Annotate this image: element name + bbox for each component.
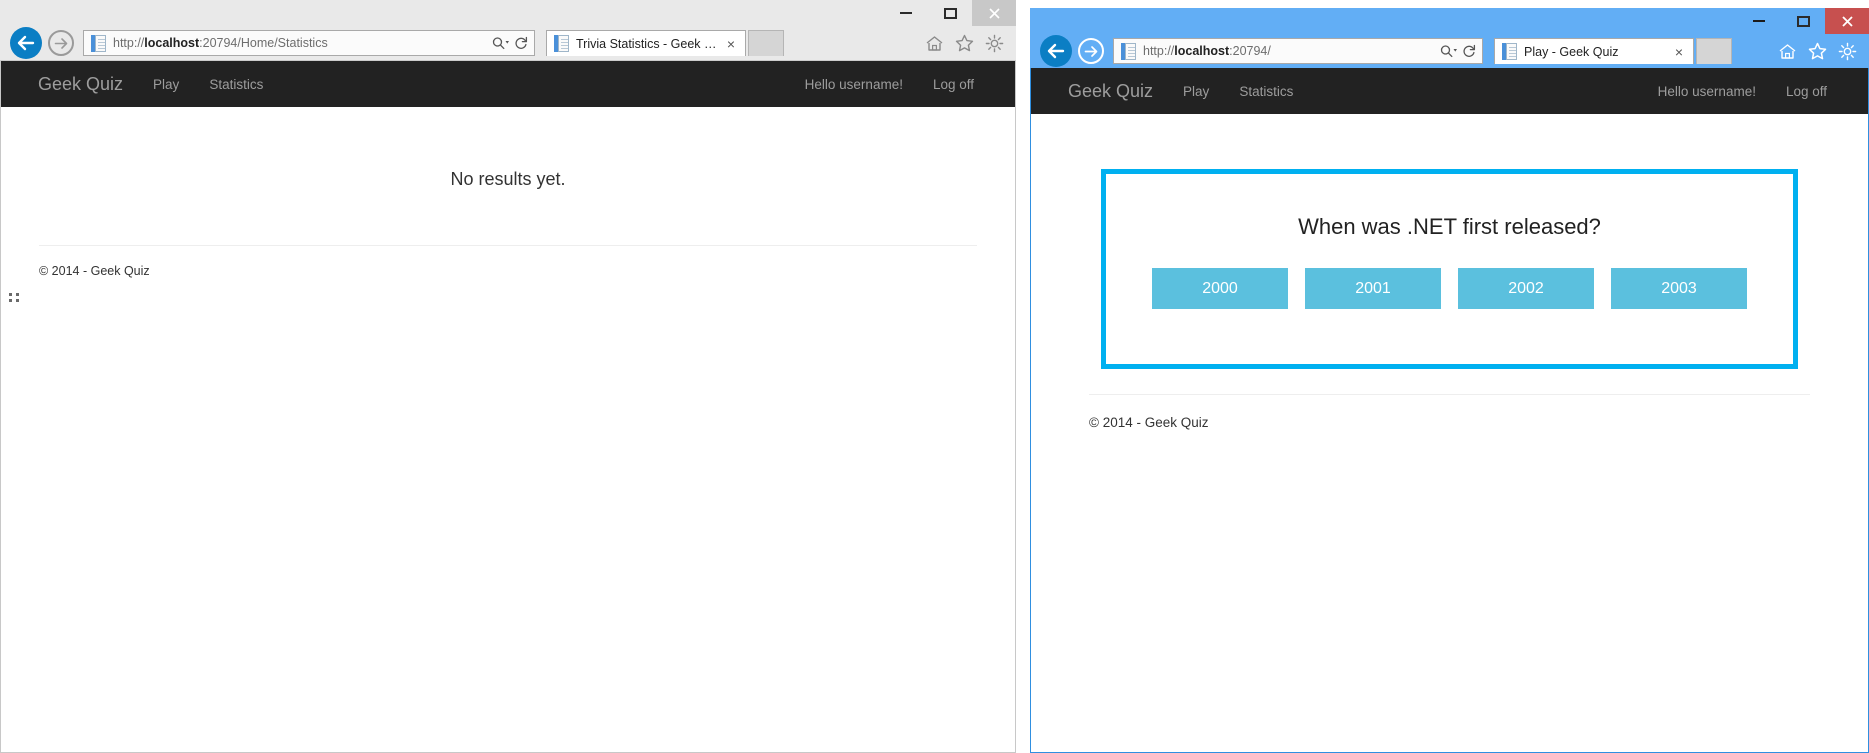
tab-title-right: Play - Geek Quiz xyxy=(1524,44,1619,59)
gear-icon[interactable] xyxy=(985,34,1004,53)
browser-tab-right[interactable]: Play - Geek Quiz × xyxy=(1494,38,1694,64)
new-tab-button-right[interactable] xyxy=(1696,38,1732,64)
navigation-bar-left: http://localhost:20794/Home/Statistics T… xyxy=(0,26,1016,60)
logoff-link-right[interactable]: Log off xyxy=(1771,84,1842,99)
page-icon xyxy=(1121,42,1136,60)
forward-arrow-icon xyxy=(54,37,68,49)
home-icon[interactable] xyxy=(1778,43,1797,60)
quiz-answers: 2000 2001 2002 2003 xyxy=(1106,268,1793,309)
back-arrow-icon xyxy=(17,35,35,51)
quiz-section: When was .NET first released? 2000 2001 … xyxy=(1031,114,1868,369)
close-button-left[interactable] xyxy=(972,0,1016,26)
page-viewport-left: Geek Quiz Play Statistics Hello username… xyxy=(0,60,1016,753)
tab-close-icon-right[interactable]: × xyxy=(1669,44,1689,60)
close-icon xyxy=(988,7,1000,19)
address-bar-tools-left xyxy=(492,36,530,50)
site-brand-left[interactable]: Geek Quiz xyxy=(23,74,138,95)
answer-button-2001[interactable]: 2001 xyxy=(1305,268,1441,309)
page-viewport-right: Geek Quiz Play Statistics Hello username… xyxy=(1030,68,1869,753)
nav-item-statistics-left[interactable]: Statistics xyxy=(194,77,278,92)
page-icon xyxy=(91,34,106,52)
forward-button-left[interactable] xyxy=(48,30,74,56)
search-icon[interactable] xyxy=(1440,44,1458,58)
forward-arrow-icon xyxy=(1084,45,1098,57)
navigation-bar-right: http://localhost:20794/ Play - Geek Quiz… xyxy=(1030,34,1869,68)
search-icon[interactable] xyxy=(492,36,510,50)
tab-page-icon xyxy=(1502,43,1517,60)
footer-divider-right xyxy=(1089,394,1810,395)
address-bar-right[interactable]: http://localhost:20794/ xyxy=(1113,38,1483,64)
greeting-link-left[interactable]: Hello username! xyxy=(790,77,918,92)
browser-toolbar-icons-right xyxy=(1778,42,1869,61)
home-icon[interactable] xyxy=(925,35,944,52)
screen: http://localhost:20794/Home/Statistics T… xyxy=(0,0,1869,753)
star-icon[interactable] xyxy=(955,34,974,52)
nav-item-play-left[interactable]: Play xyxy=(138,77,194,92)
site-navbar-right: Geek Quiz Play Statistics Hello username… xyxy=(1031,68,1868,114)
titlebar-left[interactable] xyxy=(0,0,1016,26)
url-text-left: http://localhost:20794/Home/Statistics xyxy=(113,36,328,50)
gear-icon[interactable] xyxy=(1838,42,1857,61)
footer-text-left: © 2014 - Geek Quiz xyxy=(39,264,150,278)
new-tab-button-left[interactable] xyxy=(748,30,784,56)
no-results-message: No results yet. xyxy=(450,169,566,189)
tab-close-icon-left[interactable]: × xyxy=(721,36,741,52)
refresh-icon[interactable] xyxy=(514,36,528,50)
site-brand-right[interactable]: Geek Quiz xyxy=(1053,81,1168,102)
window-controls-right xyxy=(1737,8,1869,34)
quiz-question: When was .NET first released? xyxy=(1298,214,1601,239)
site-navbar-right-left: Hello username! Log off xyxy=(790,77,1015,92)
forward-button-right[interactable] xyxy=(1078,38,1104,64)
nav-item-statistics-right[interactable]: Statistics xyxy=(1224,84,1308,99)
back-button-left[interactable] xyxy=(10,27,42,59)
greeting-link-right[interactable]: Hello username! xyxy=(1643,84,1771,99)
minimize-button-left[interactable] xyxy=(884,0,928,26)
url-text-right: http://localhost:20794/ xyxy=(1143,44,1271,58)
close-icon xyxy=(1841,15,1853,27)
minimize-button-right[interactable] xyxy=(1737,8,1781,34)
quiz-card: When was .NET first released? 2000 2001 … xyxy=(1101,169,1798,369)
answer-button-2003[interactable]: 2003 xyxy=(1611,268,1747,309)
footer-divider-left xyxy=(39,245,977,246)
browser-window-left[interactable]: http://localhost:20794/Home/Statistics T… xyxy=(0,0,1016,753)
window-controls-left xyxy=(884,0,1016,26)
answer-button-2002[interactable]: 2002 xyxy=(1458,268,1594,309)
refresh-icon[interactable] xyxy=(1462,44,1476,58)
close-button-right[interactable] xyxy=(1825,8,1869,34)
statistics-content: No results yet. xyxy=(1,107,1015,190)
address-bar-tools-right xyxy=(1440,44,1478,58)
maximize-button-left[interactable] xyxy=(928,0,972,26)
browser-toolbar-icons-left xyxy=(925,34,1016,53)
answer-button-2000[interactable]: 2000 xyxy=(1152,268,1288,309)
footer-text-right: © 2014 - Geek Quiz xyxy=(1089,415,1209,430)
logoff-link-left[interactable]: Log off xyxy=(918,77,989,92)
tab-page-icon xyxy=(554,35,569,52)
back-arrow-icon xyxy=(1047,43,1065,59)
render-artifact xyxy=(9,293,21,305)
back-button-right[interactable] xyxy=(1040,35,1072,67)
nav-item-play-right[interactable]: Play xyxy=(1168,84,1224,99)
titlebar-right[interactable] xyxy=(1030,8,1869,34)
site-navbar-right-right: Hello username! Log off xyxy=(1643,84,1868,99)
tab-title-left: Trivia Statistics - Geek Quiz xyxy=(576,36,721,51)
maximize-button-right[interactable] xyxy=(1781,8,1825,34)
browser-window-right[interactable]: http://localhost:20794/ Play - Geek Quiz… xyxy=(1030,8,1869,753)
address-bar-left[interactable]: http://localhost:20794/Home/Statistics xyxy=(83,30,535,56)
site-navbar-left: Geek Quiz Play Statistics Hello username… xyxy=(1,61,1015,107)
star-icon[interactable] xyxy=(1808,42,1827,60)
browser-tab-left[interactable]: Trivia Statistics - Geek Quiz × xyxy=(546,30,746,56)
